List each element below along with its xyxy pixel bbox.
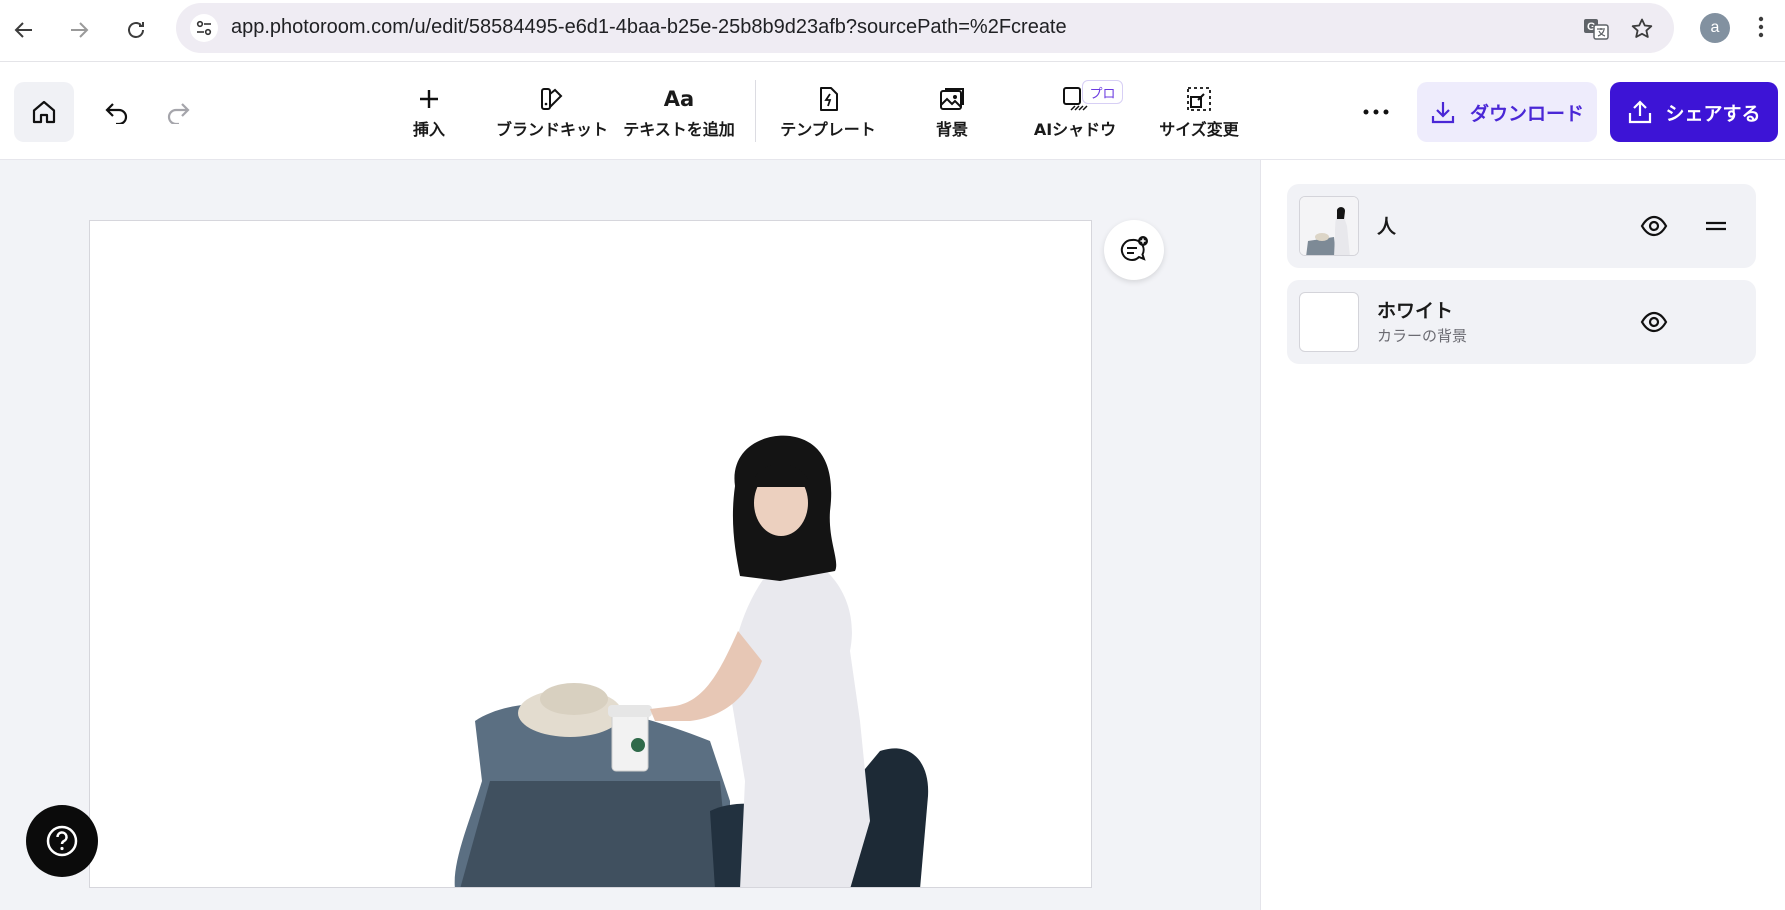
comment-add-icon: [1120, 236, 1148, 261]
drag-handle-icon: [1706, 221, 1726, 231]
layer-thumbnail: [1299, 196, 1359, 256]
site-settings-icon[interactable]: [190, 14, 218, 42]
home-icon: [32, 100, 56, 124]
resize-button[interactable]: サイズ変更: [1137, 84, 1261, 144]
redo-button[interactable]: [156, 90, 200, 134]
undo-icon: [105, 103, 128, 124]
browser-menu-button[interactable]: [1746, 12, 1776, 42]
background-image-icon: [938, 84, 966, 114]
layer-item-white-background[interactable]: ホワイト カラーの背景: [1287, 280, 1756, 364]
layer-color-swatch: [1299, 292, 1359, 352]
insert-button[interactable]: 挿入: [367, 84, 491, 144]
reload-icon: [128, 22, 144, 38]
layer-item-person[interactable]: 人: [1287, 184, 1756, 268]
add-text-button[interactable]: Aa テキストを追加: [617, 84, 741, 144]
layer-type-label: カラーの背景: [1377, 327, 1468, 345]
layer-name: 人: [1377, 216, 1397, 238]
eye-icon: [1640, 215, 1668, 237]
design-canvas[interactable]: [89, 220, 1092, 888]
brand-kit-icon: [539, 84, 565, 114]
home-button[interactable]: [14, 82, 74, 142]
back-arrow-icon: [14, 22, 32, 38]
help-button[interactable]: [26, 805, 98, 877]
toolbar-divider: [755, 80, 756, 142]
text-icon: Aa: [663, 87, 695, 111]
horizontal-dots-icon: [1363, 109, 1389, 115]
reload-button[interactable]: [118, 12, 154, 48]
forward-arrow-icon: [71, 22, 89, 38]
brand-kit-button[interactable]: ブランドキット: [490, 84, 614, 144]
translate-icon[interactable]: G: [1582, 15, 1610, 43]
address-bar[interactable]: app.photoroom.com/u/edit/58584495-e6d1-4…: [176, 3, 1674, 53]
pro-badge: プロ: [1082, 80, 1123, 104]
layer-name: ホワイト: [1377, 300, 1454, 322]
share-button[interactable]: シェアする: [1610, 82, 1778, 142]
template-icon: [816, 84, 840, 114]
person-cutout-image[interactable]: [90, 221, 1092, 888]
plus-icon: [417, 84, 441, 114]
visibility-toggle[interactable]: [1639, 307, 1669, 337]
share-upload-icon: [1629, 100, 1652, 124]
question-mark-icon: [46, 825, 78, 857]
layers-panel: 人 ホワイト カラーの背景: [1260, 160, 1785, 910]
eye-icon: [1640, 311, 1668, 333]
editor-toolbar: 挿入 ブランドキット Aa テキストを追加 テンプレート 背景 AIシャドウ プ…: [0, 62, 1785, 160]
download-button[interactable]: ダウンロード: [1417, 82, 1597, 142]
drag-handle[interactable]: [1701, 211, 1731, 241]
download-icon: [1431, 102, 1455, 124]
bookmark-star-icon[interactable]: [1628, 15, 1656, 43]
add-comment-button[interactable]: [1104, 220, 1164, 280]
visibility-toggle[interactable]: [1639, 211, 1669, 241]
more-options-button[interactable]: [1356, 92, 1396, 132]
vertical-dots-icon: [1758, 16, 1764, 38]
background-button[interactable]: 背景: [890, 84, 1014, 144]
browser-toolbar: app.photoroom.com/u/edit/58584495-e6d1-4…: [0, 0, 1785, 62]
resize-icon: [1186, 84, 1212, 114]
canvas-workspace: [0, 160, 1260, 910]
undo-button[interactable]: [95, 90, 139, 134]
redo-icon: [167, 103, 190, 124]
forward-button[interactable]: [61, 12, 97, 48]
back-button[interactable]: [6, 12, 42, 48]
profile-avatar[interactable]: a: [1700, 13, 1730, 43]
url-text[interactable]: app.photoroom.com/u/edit/58584495-e6d1-4…: [231, 16, 1067, 39]
template-button[interactable]: テンプレート: [766, 84, 890, 144]
